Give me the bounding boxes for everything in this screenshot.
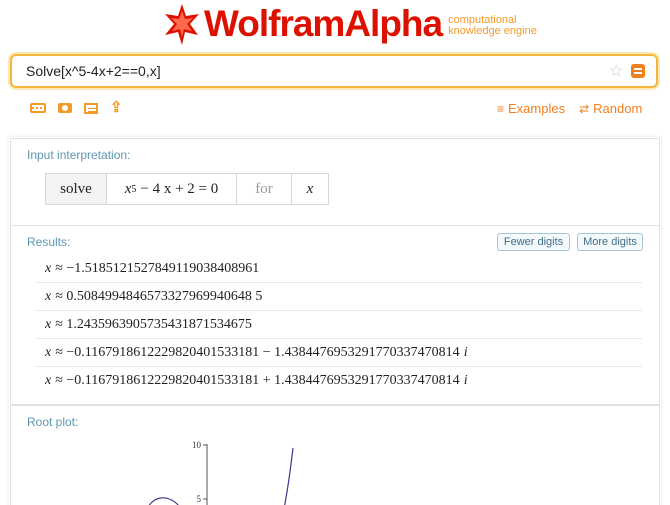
result-row: x ≈ 1.2435963905735431871534675 — [35, 311, 642, 339]
root-plot-graph: 10 5 — [148, 440, 294, 505]
results-pod: Results: Fewer digits More digits x ≈ −1.… — [10, 225, 660, 405]
input-toolbar: ⇪ — [30, 100, 126, 115]
examples-link[interactable]: ≡ Examples — [497, 101, 565, 116]
keyboard-icon[interactable] — [30, 103, 46, 113]
logo-text: WolframAlpha — [204, 3, 443, 44]
random-link[interactable]: ⇄ Random — [579, 101, 642, 116]
verb-cell: solve — [46, 174, 107, 204]
for-cell: for — [237, 174, 292, 204]
list-icon[interactable] — [84, 103, 98, 114]
submit-icon[interactable] — [631, 64, 645, 78]
y-tick-label: 5 — [197, 494, 202, 504]
result-row: x ≈ −1.5185121527849119038408961 — [35, 255, 642, 283]
input-interpretation-pod: Input interpretation: solve x 5− 4 x + 2 … — [10, 138, 660, 225]
camera-icon[interactable] — [58, 103, 72, 113]
shuffle-icon: ⇄ — [579, 101, 590, 116]
top-links: ≡ Examples ⇄ Random — [497, 101, 642, 116]
pod-title: Root plot: — [27, 415, 79, 429]
star-icon[interactable]: ☆ — [609, 61, 623, 81]
pod-title: Results: — [27, 235, 71, 249]
plot-curve — [284, 447, 294, 505]
pod-title: Input interpretation: — [27, 148, 131, 162]
result-row: x ≈ 0.5084994846573327969940648 5 — [35, 283, 642, 311]
interpretation-table: solve x 5− 4 x + 2 = 0 for x — [45, 173, 329, 205]
search-input[interactable]: Solve[x^5-4x+2==0,x] — [26, 63, 161, 79]
search-box[interactable]: Solve[x^5-4x+2==0,x] ☆ — [10, 54, 658, 88]
share-icon[interactable]: ⇪ — [110, 100, 126, 115]
wolfram-star-icon — [165, 4, 199, 45]
root-plot-pod: Root plot: 10 5 — [10, 405, 660, 505]
variable-cell: x — [306, 180, 314, 197]
header: WolframAlpha computational knowledge eng… — [0, 0, 670, 50]
y-tick-label: 10 — [192, 440, 202, 450]
result-row: x ≈ −0.1167918612229820401533181 + 1.4384… — [45, 373, 468, 388]
fewer-digits-button[interactable]: Fewer digits — [497, 233, 570, 251]
logo-tagline: computational knowledge engine — [448, 14, 537, 37]
equation-cell: x 5− 4 x + 2 = 0 — [107, 174, 237, 204]
wolframalpha-logo[interactable]: WolframAlpha computational knowledge eng… — [162, 2, 537, 46]
plot-curve — [148, 497, 179, 505]
examples-icon: ≡ — [497, 101, 505, 116]
more-digits-button[interactable]: More digits — [577, 233, 643, 251]
result-row: x ≈ −0.1167918612229820401533181 − 1.4384… — [35, 339, 642, 367]
